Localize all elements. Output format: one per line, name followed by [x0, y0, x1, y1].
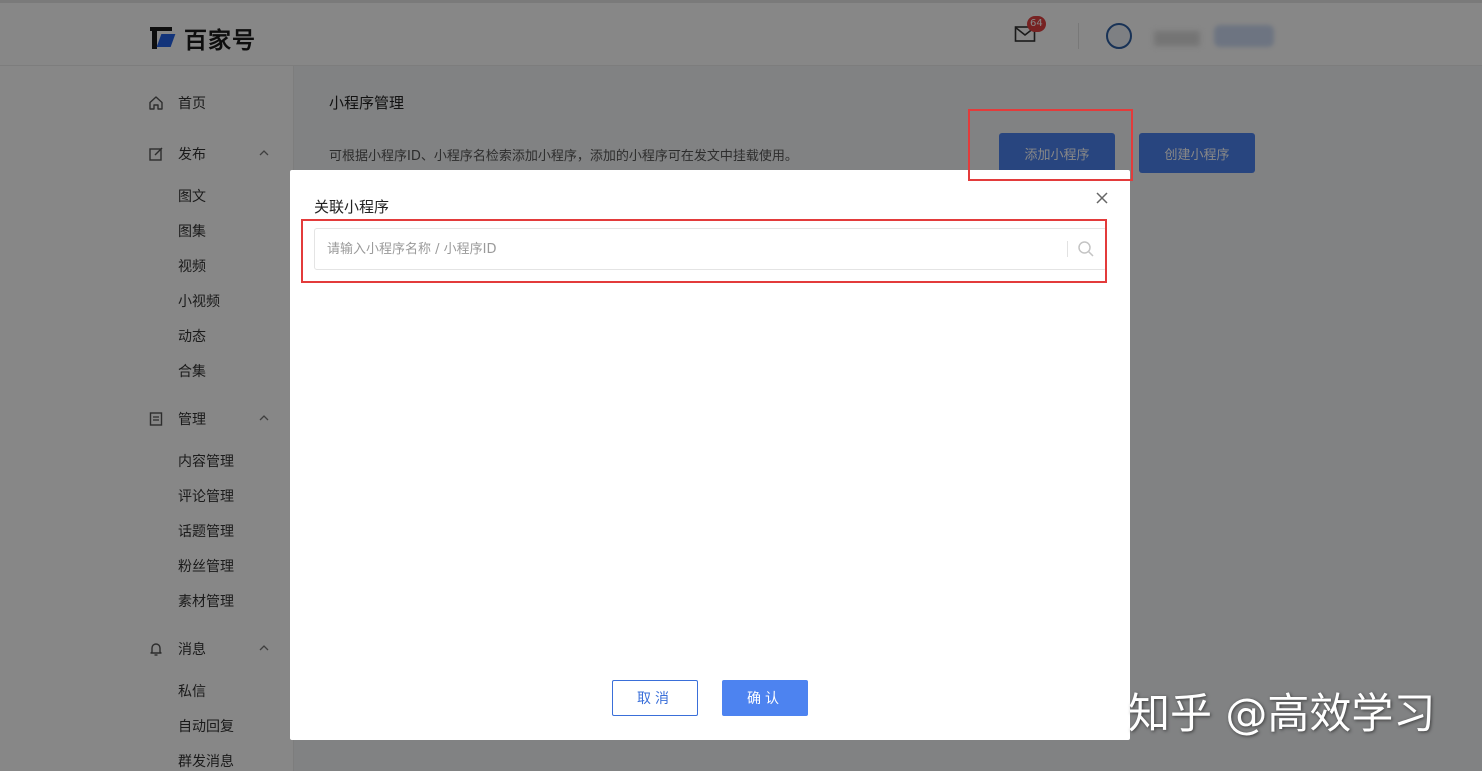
- zhihu-watermark: 知乎 @高效学习: [1128, 689, 1436, 738]
- close-icon[interactable]: [1093, 189, 1111, 207]
- confirm-button[interactable]: 确认: [722, 680, 808, 716]
- highlight-search-box: [301, 219, 1107, 283]
- dialog-title: 关联小程序: [314, 198, 390, 216]
- cancel-button[interactable]: 取消: [612, 680, 698, 716]
- highlight-add-button: [968, 109, 1133, 181]
